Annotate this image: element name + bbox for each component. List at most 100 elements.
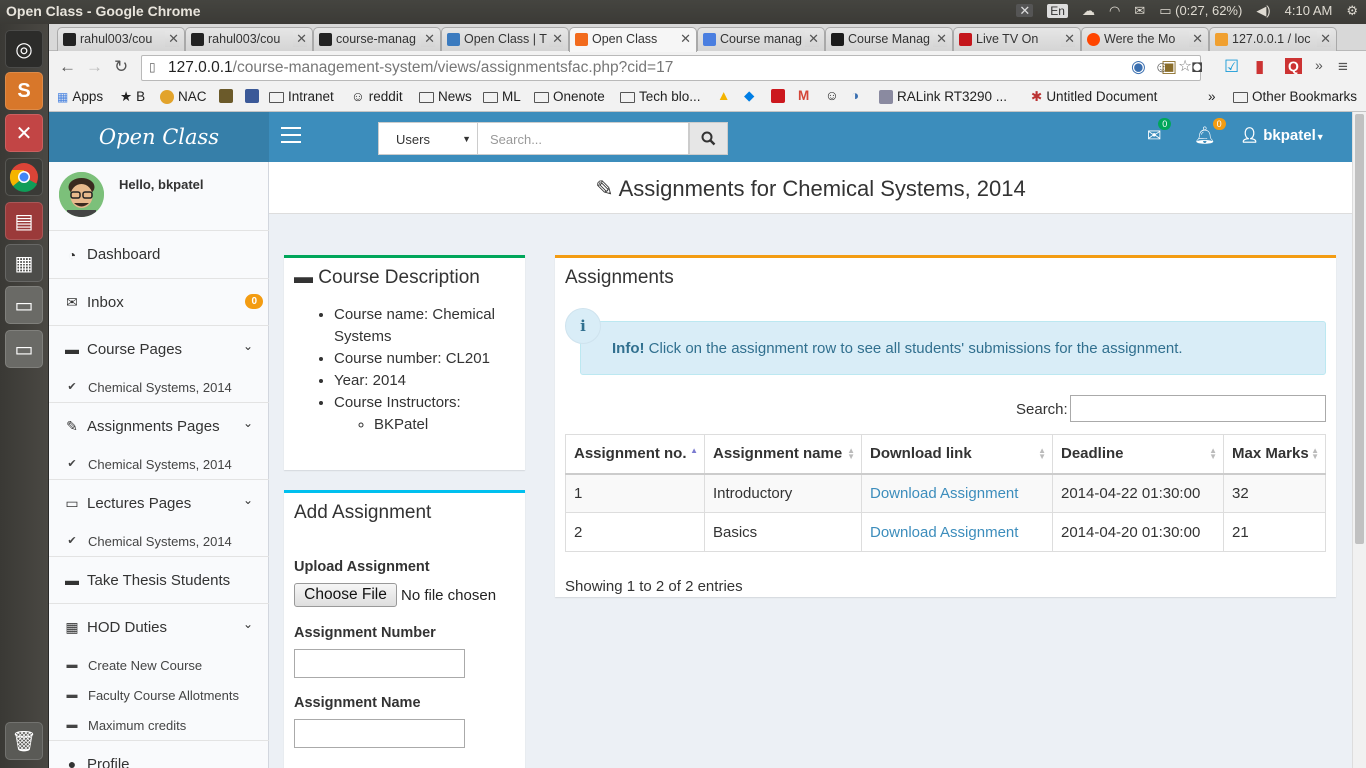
bookmark-b[interactable]: ★ B: [120, 89, 145, 104]
drive-icon[interactable]: ▭: [5, 330, 43, 368]
sublime-text-icon[interactable]: S: [5, 72, 43, 110]
bookmarks-overflow[interactable]: »: [1208, 89, 1216, 104]
browser-tab[interactable]: Course manag ✕: [697, 27, 825, 51]
browser-tab[interactable]: rahul003/cou ✕: [57, 27, 185, 51]
close-tab-icon[interactable]: ✕: [1317, 31, 1331, 47]
cloud-icon[interactable]: ☁: [1082, 4, 1095, 17]
check-extension-icon[interactable]: ☑: [1224, 58, 1239, 75]
download-assignment-link[interactable]: Download Assignment: [870, 524, 1018, 541]
more-extensions-icon[interactable]: »: [1315, 58, 1323, 72]
battery-indicator[interactable]: ▭ (0:27, 62%): [1159, 3, 1242, 18]
search-input[interactable]: Search...: [478, 122, 689, 155]
wifi-icon[interactable]: ◠: [1109, 4, 1120, 17]
bookmark-apps[interactable]: ▦ Apps: [57, 89, 103, 104]
bookmark-icon-only[interactable]: ◑: [851, 89, 859, 103]
sidebar-subitem-assignments[interactable]: ✔ Chemical Systems, 2014: [49, 449, 269, 479]
bookmark-ml[interactable]: ML: [483, 89, 521, 104]
page-scrollbar[interactable]: [1352, 112, 1366, 768]
sidebar-toggle-icon[interactable]: [281, 127, 301, 145]
sidebar-item-profile[interactable]: ● Profile: [49, 740, 269, 768]
menu-icon[interactable]: ≡: [1338, 58, 1348, 75]
bookmark-star-icon[interactable]: ☆: [1178, 59, 1192, 75]
sidebar-item-thesis[interactable]: ▬ Take Thesis Students: [49, 556, 269, 603]
close-tab-icon[interactable]: ✕: [1061, 31, 1075, 47]
browser-tab[interactable]: Open Class | T ✕: [441, 27, 569, 51]
mail-icon[interactable]: ✉: [1134, 4, 1145, 17]
sidebar-item-assignments-pages[interactable]: ✎ Assignments Pages ⌄: [49, 402, 269, 449]
volume-icon[interactable]: ◀): [1256, 4, 1270, 17]
close-tab-icon[interactable]: ✕: [805, 31, 819, 47]
sidebar-subitem-lectures[interactable]: ✔ Chemical Systems, 2014: [49, 526, 269, 556]
trash-icon[interactable]: 🗑: [5, 722, 43, 760]
bookmark-other[interactable]: Other Bookmarks: [1233, 89, 1357, 104]
download-assignment-link[interactable]: Download Assignment: [870, 485, 1018, 502]
choose-file-button[interactable]: Choose File: [294, 583, 397, 607]
chrome-icon[interactable]: [5, 158, 43, 196]
search-button[interactable]: [689, 122, 728, 155]
bookmark-icon-only[interactable]: ▲: [717, 89, 730, 103]
column-header-assignment-no[interactable]: Assignment no. ▲: [565, 434, 705, 475]
browser-tab[interactable]: Were the Mo ✕: [1081, 27, 1209, 51]
browser-tab[interactable]: Live TV On ✕: [953, 27, 1081, 51]
close-tab-icon[interactable]: ✕: [1189, 31, 1203, 47]
assignment-name-field[interactable]: [294, 719, 465, 748]
browser-tab-active[interactable]: Open Class ✕: [569, 27, 697, 52]
clock[interactable]: 4:10 AM: [1285, 3, 1333, 18]
table-row[interactable]: 1 Introductory Download Assignment 2014-…: [565, 473, 1326, 513]
bookmark-icon-only[interactable]: ◆: [744, 89, 754, 103]
sidebar-item-dashboard[interactable]: ◔ Dashboard: [49, 231, 269, 278]
files-icon[interactable]: ▤: [5, 202, 43, 240]
notifications-button[interactable]: 🔔︎ 0: [1194, 118, 1226, 146]
bookmark-nac[interactable]: NAC: [160, 89, 207, 104]
dash-home-icon[interactable]: ◎: [5, 30, 43, 68]
sidebar-subitem-max-credits[interactable]: ▬ Maximum credits: [49, 710, 269, 740]
column-header-download-link[interactable]: Download link ▲ ▼: [861, 434, 1053, 475]
browser-tab[interactable]: rahul003/cou ✕: [185, 27, 313, 51]
table-row[interactable]: 2 Basics Download Assignment 2014-04-20 …: [565, 512, 1326, 552]
browser-tab[interactable]: 127.0.0.1 / loc ✕: [1209, 27, 1337, 51]
bookmark-news[interactable]: News: [419, 89, 472, 104]
bookmark-icon-only[interactable]: [219, 89, 233, 103]
workspace-switcher-icon[interactable]: ▦: [5, 244, 43, 282]
user-menu[interactable]: 👤︎ bkpatel▼: [1240, 127, 1325, 144]
sidebar-subitem-faculty-allotments[interactable]: ▬ Faculty Course Allotments: [49, 680, 269, 710]
table-search-input[interactable]: [1070, 395, 1326, 422]
bookmark-facebook[interactable]: [245, 89, 259, 103]
close-tab-icon[interactable]: ✕: [421, 31, 435, 47]
app-logo[interactable]: Open Class: [49, 112, 269, 162]
column-header-max-marks[interactable]: Max Marks ▲ ▼: [1223, 434, 1326, 475]
globe-extension-icon[interactable]: ◉: [1131, 58, 1146, 75]
drive-icon[interactable]: ▭: [5, 286, 43, 324]
assignment-number-field[interactable]: [294, 649, 465, 678]
q-extension-icon[interactable]: Q: [1285, 58, 1302, 74]
sidebar-item-course-pages[interactable]: ▬ Course Pages ⌄: [49, 325, 269, 372]
close-tab-icon[interactable]: ✕: [293, 31, 307, 47]
system-settings-icon[interactable]: ✕: [5, 114, 43, 152]
extension-icon[interactable]: ▣: [1161, 58, 1177, 75]
sidebar-subitem-course[interactable]: ✔ Chemical Systems, 2014: [49, 372, 269, 402]
sidebar-item-hod-duties[interactable]: ▦ HOD Duties ⌄: [49, 603, 269, 650]
back-icon[interactable]: ←: [59, 58, 76, 75]
bookmark-untitled[interactable]: ✱ Untitled Document: [1031, 89, 1157, 104]
close-tab-icon[interactable]: ✕: [165, 31, 179, 47]
bookmark-icon-only[interactable]: [771, 89, 785, 103]
scrollbar-thumb[interactable]: [1355, 114, 1364, 544]
bookmark-intranet[interactable]: Intranet: [269, 89, 334, 104]
column-header-deadline[interactable]: Deadline ▲ ▼: [1052, 434, 1224, 475]
close-tab-icon[interactable]: ✕: [677, 31, 691, 47]
sidebar-subitem-create-course[interactable]: ▬ Create New Course: [49, 650, 269, 680]
close-tab-icon[interactable]: ✕: [933, 31, 947, 47]
settings-gear-icon[interactable]: ⚙: [1346, 4, 1358, 17]
bookmark-icon-only[interactable]: M: [798, 89, 809, 103]
close-tab-icon[interactable]: ✕: [549, 31, 563, 47]
browser-tab[interactable]: course-manag ✕: [313, 27, 441, 51]
bookmark-techblog[interactable]: Tech blo...: [620, 89, 701, 104]
pocket-icon[interactable]: ◘: [1192, 58, 1202, 75]
bookmark-icon-only[interactable]: ☺: [825, 89, 839, 103]
network-disconnect-icon[interactable]: ✕: [1016, 4, 1034, 17]
reload-icon[interactable]: ↻: [114, 58, 128, 75]
book-extension-icon[interactable]: ▮: [1255, 58, 1264, 75]
bookmark-ralink[interactable]: RALink RT3290 ...: [879, 89, 1007, 104]
browser-tab[interactable]: Course Manag ✕: [825, 27, 953, 51]
address-bar[interactable]: ▯ 127.0.0.1/course-management-system/vie…: [141, 55, 1201, 81]
